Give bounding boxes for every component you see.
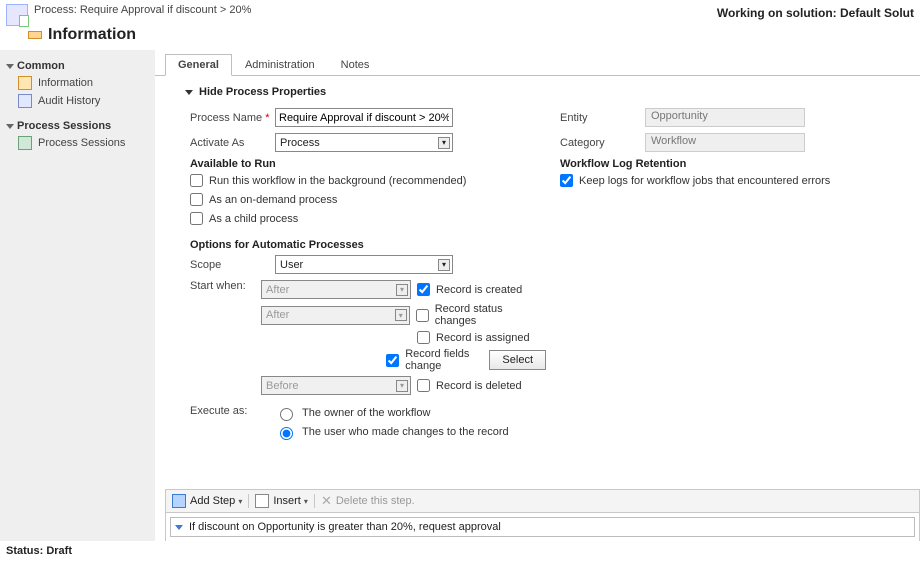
status-bar: Status: Draft (0, 541, 920, 561)
on-demand-checkbox[interactable]: As an on-demand process (190, 193, 546, 206)
sidebar-item-label: Process Sessions (38, 137, 125, 149)
record-deleted-checkbox[interactable]: Record is deleted (417, 379, 522, 392)
sidebar-item-information[interactable]: Information (4, 74, 151, 92)
options-automatic-label: Options for Automatic Processes (190, 239, 546, 251)
chevron-down-icon (185, 90, 193, 95)
information-icon (18, 76, 32, 90)
chevron-down-icon: ▾ (396, 284, 408, 296)
process-name-input[interactable] (275, 108, 453, 127)
execute-as-user-radio[interactable]: The user who made changes to the record (275, 424, 509, 440)
process-sessions-icon (18, 136, 32, 150)
available-to-run-label: Available to Run (190, 158, 546, 170)
chevron-down-icon (6, 124, 14, 129)
scope-label: Scope (190, 259, 275, 271)
execute-as-owner-radio[interactable]: The owner of the workflow (275, 405, 509, 421)
activate-as-select[interactable]: Process▾ (275, 133, 453, 152)
chevron-down-icon: ▾ (438, 137, 450, 149)
tab-general[interactable]: General (165, 54, 232, 76)
chevron-down-icon: ▾ (396, 380, 408, 392)
scope-select[interactable]: User▾ (275, 255, 453, 274)
entity-readonly: Opportunity (645, 108, 805, 127)
start-when-after-1-select[interactable]: After▾ (261, 280, 411, 299)
record-fields-change-checkbox[interactable]: Record fields change (386, 348, 483, 372)
expand-step-icon[interactable] (175, 525, 183, 530)
record-assigned-checkbox[interactable]: Record is assigned (417, 331, 530, 344)
add-step-menu[interactable]: Add Step ▾ (190, 495, 242, 507)
working-on-solution: Working on solution: Default Solut (717, 4, 914, 26)
category-label: Category (560, 137, 645, 149)
tab-administration[interactable]: Administration (232, 54, 328, 75)
record-created-checkbox[interactable]: Record is created (417, 283, 522, 296)
process-header-icon (6, 4, 28, 26)
process-name-label: Process Name * (190, 112, 275, 124)
keep-logs-checkbox[interactable]: Keep logs for workflow jobs that encount… (560, 174, 906, 187)
insert-icon (255, 494, 269, 508)
start-when-after-2-select[interactable]: After▾ (261, 306, 410, 325)
header-process-title: Process: Require Approval if discount > … (34, 4, 251, 16)
execute-as-label: Execute as: (190, 405, 275, 417)
insert-menu[interactable]: Insert ▾ (273, 495, 308, 507)
sidebar: Common Information Audit History Process… (0, 50, 155, 561)
start-when-label: Start when: (190, 280, 261, 292)
chevron-down-icon: ▾ (438, 259, 450, 271)
sidebar-section-common[interactable]: Common (4, 58, 151, 74)
add-step-icon (172, 494, 186, 508)
page-title: Information (48, 26, 136, 44)
audit-history-icon (18, 94, 32, 108)
tab-notes[interactable]: Notes (328, 54, 383, 75)
activate-as-label: Activate As (190, 137, 275, 149)
delete-step[interactable]: Delete this step. (336, 495, 415, 507)
workflow-log-retention-label: Workflow Log Retention (560, 158, 906, 170)
delete-icon: ✕ (321, 493, 332, 509)
step-description[interactable]: If discount on Opportunity is greater th… (170, 517, 915, 537)
category-readonly: Workflow (645, 133, 805, 152)
entity-label: Entity (560, 112, 645, 124)
as-child-checkbox[interactable]: As a child process (190, 212, 546, 225)
select-fields-button[interactable]: Select (489, 350, 546, 370)
start-when-before-select[interactable]: Before▾ (261, 376, 411, 395)
sidebar-item-audit-history[interactable]: Audit History (4, 92, 151, 110)
chevron-down-icon (6, 64, 14, 69)
record-status-changes-checkbox[interactable]: Record status changes (416, 303, 546, 327)
sidebar-item-process-sessions[interactable]: Process Sessions (4, 134, 151, 152)
sidebar-section-process-sessions[interactable]: Process Sessions (4, 118, 151, 134)
sidebar-item-label: Information (38, 77, 93, 89)
collapse-label: Hide Process Properties (199, 86, 326, 98)
run-background-checkbox[interactable]: Run this workflow in the background (rec… (190, 174, 546, 187)
sidebar-item-label: Audit History (38, 95, 100, 107)
information-icon (28, 31, 42, 39)
step-toolbar: Add Step ▾ Insert ▾ ✕ Delete this step. (165, 489, 920, 513)
hide-process-properties-toggle[interactable]: Hide Process Properties (185, 86, 920, 108)
chevron-down-icon: ▾ (395, 309, 407, 321)
